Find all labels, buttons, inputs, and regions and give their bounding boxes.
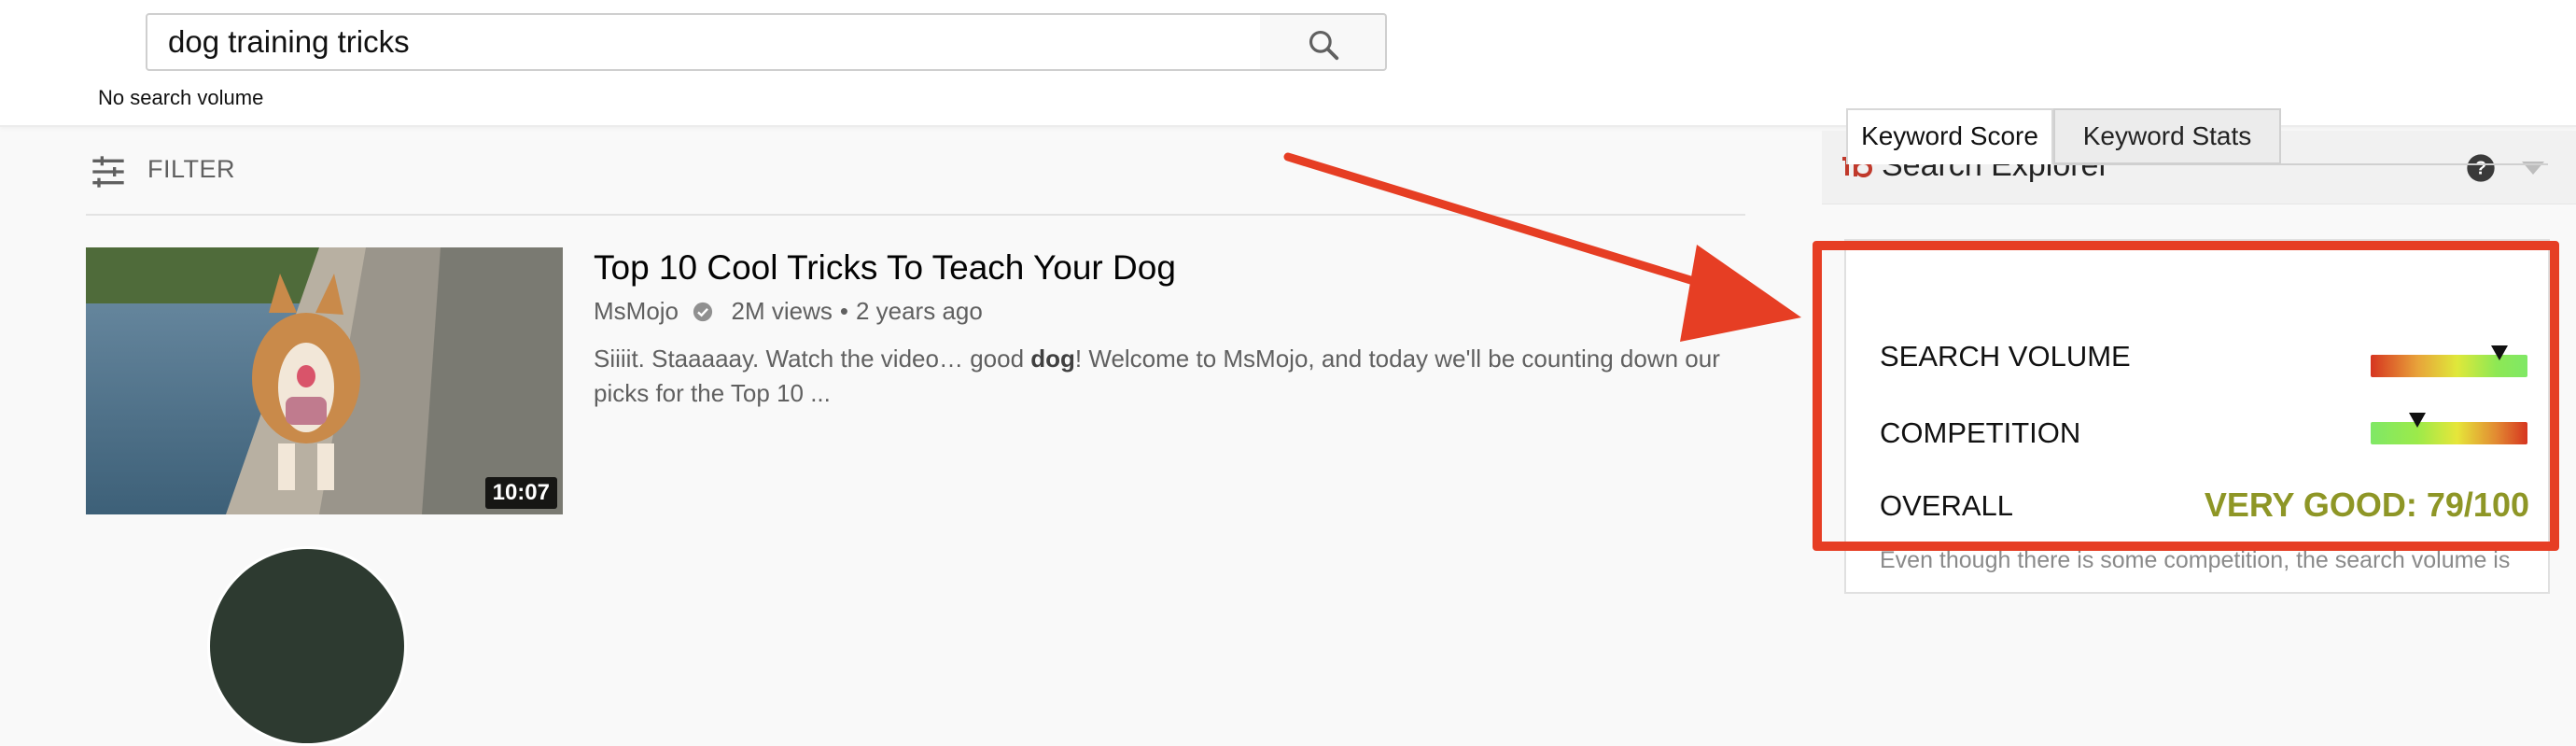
annotation-arrow-icon (1283, 152, 1801, 342)
